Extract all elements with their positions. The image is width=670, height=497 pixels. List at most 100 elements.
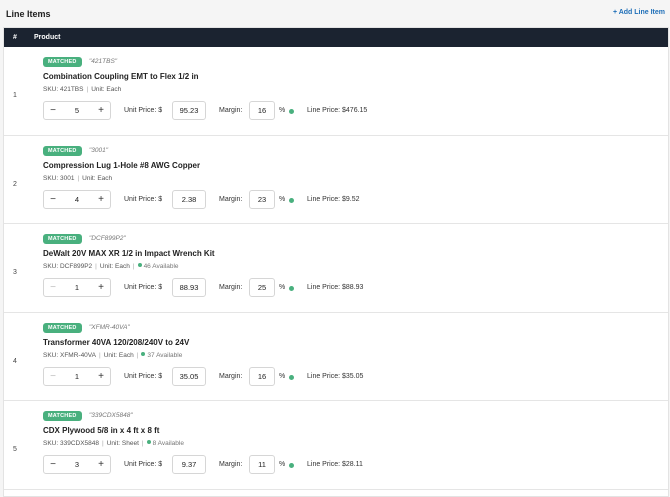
availability-dot-icon — [141, 351, 146, 356]
product-name: Transformer 40VA 120/208/240V to 24V — [43, 337, 190, 347]
percent-sign: % — [279, 372, 286, 380]
unit-prefix: Unit: — [103, 351, 118, 359]
availability-text: 46 Available — [143, 263, 179, 270]
decrement-button[interactable]: − — [44, 456, 62, 473]
line-price: Line Price: $35.05 — [307, 372, 364, 380]
status-badge: MATCHED — [43, 411, 82, 421]
product-meta: SKU: 421TBS | Unit: Each — [43, 86, 121, 93]
quantity-stepper: − 1 + — [43, 278, 111, 297]
table-row: 4 MATCHED "XFMR-40VA" Transformer 40VA 1… — [4, 313, 668, 401]
unit-value: Each — [106, 86, 122, 93]
margin-status-dot-icon — [289, 286, 294, 291]
status-badge: MATCHED — [43, 145, 82, 156]
meta-separator: | — [98, 351, 101, 359]
search-code: "339CDX5848" — [89, 412, 133, 419]
margin-label: Margin: — [219, 372, 243, 380]
increment-button[interactable]: + — [92, 191, 110, 208]
quantity-value[interactable]: 1 — [62, 372, 92, 381]
line-items-list: 1 MATCHED "421TBS" Combination Coupling … — [4, 47, 668, 490]
increment-button[interactable]: + — [92, 368, 110, 385]
margin-input[interactable]: 16 — [249, 366, 275, 386]
margin-label: Margin: — [219, 195, 243, 203]
line-price: Line Price: $9.52 — [307, 195, 360, 203]
line-price: Line Price: $88.93 — [307, 284, 364, 291]
table-row: 2 MATCHED "3001" Compression Lug 1-Hole … — [4, 136, 668, 224]
line-price: Line Price: $476.15 — [307, 107, 368, 114]
quantity-value[interactable]: 1 — [62, 283, 92, 292]
quantity-stepper: − 3 + — [43, 455, 111, 474]
row-number: 3 — [13, 269, 17, 276]
unit-value: Each — [97, 174, 113, 182]
margin-input[interactable]: 16 — [249, 101, 275, 120]
margin-label: Margin: — [219, 284, 243, 291]
status-badge: MATCHED — [43, 322, 82, 333]
product-name: Combination Coupling EMT to Flex 1/2 in — [43, 72, 199, 81]
meta-separator: | — [132, 263, 135, 270]
product-meta: SKU: 3001 | Unit: Each — [43, 175, 112, 182]
sku-value: 421TBS — [59, 86, 84, 93]
sku-prefix: SKU: — [43, 174, 59, 182]
margin-input[interactable]: 23 — [249, 189, 275, 209]
availability-dot-icon — [146, 440, 151, 444]
row-number: 5 — [13, 446, 17, 453]
margin-label: Margin: — [219, 461, 243, 468]
sku-prefix: SKU: — [43, 351, 59, 359]
unit-price-input[interactable]: 35.05 — [172, 366, 206, 386]
decrement-button[interactable]: − — [44, 279, 62, 296]
unit-prefix: Unit: — [82, 174, 96, 182]
sku-value: 3001 — [59, 174, 75, 182]
decrement-button[interactable]: − — [44, 368, 62, 385]
meta-separator: | — [141, 440, 144, 447]
unit-price-input[interactable]: 88.93 — [172, 278, 206, 297]
product-name: DeWalt 20V MAX XR 1/2 in Impact Wrench K… — [43, 249, 215, 258]
margin-status-dot-icon — [289, 374, 294, 380]
line-items-table: # Product 1 MATCHED "421TBS" Combination… — [3, 27, 669, 497]
unit-price-label: Unit Price: $ — [124, 195, 163, 203]
meta-separator: | — [102, 440, 104, 447]
unit-prefix: Unit: — [99, 263, 114, 270]
row-number: 1 — [13, 92, 17, 99]
quantity-value[interactable]: 3 — [62, 460, 92, 469]
increment-button[interactable]: + — [92, 456, 110, 473]
quantity-value[interactable]: 5 — [62, 106, 92, 115]
percent-sign: % — [279, 461, 286, 468]
unit-prefix: Unit: — [106, 440, 121, 447]
table-row: 3 MATCHED "DCF899P2" DeWalt 20V MAX XR 1… — [4, 224, 668, 313]
product-name: Compression Lug 1-Hole #8 AWG Copper — [43, 160, 201, 170]
sku-prefix: SKU: — [43, 440, 59, 447]
table-row: 5 MATCHED "339CDX5848" CDX Plywood 5/8 i… — [4, 401, 668, 490]
meta-separator: | — [86, 86, 89, 93]
unit-price-input[interactable]: 95.23 — [172, 101, 206, 120]
increment-button[interactable]: + — [92, 279, 110, 296]
unit-price-label: Unit Price: $ — [124, 107, 163, 114]
product-meta: SKU: 339CDX5848 | Unit: Sheet | 8 Available — [43, 440, 184, 447]
decrement-button[interactable]: − — [44, 102, 62, 119]
percent-sign: % — [279, 195, 286, 203]
margin-input[interactable]: 11 — [249, 455, 275, 474]
add-line-item-button[interactable]: + Add Line Item — [613, 9, 665, 16]
quantity-stepper: − 5 + — [43, 101, 111, 120]
section-title: Line Items — [6, 9, 51, 19]
unit-value: Each — [118, 351, 134, 359]
margin-label: Margin: — [219, 107, 243, 114]
row-number: 2 — [13, 180, 17, 188]
sku-prefix: SKU: — [43, 86, 59, 93]
sku-value: DCF899P2 — [59, 263, 93, 270]
unit-price-label: Unit Price: $ — [124, 461, 163, 468]
unit-value: Each — [115, 263, 130, 270]
availability-text: 8 Available — [152, 440, 184, 447]
unit-price-input[interactable]: 9.37 — [172, 455, 206, 474]
sku-value: 339CDX5848 — [59, 440, 100, 447]
search-code: "DCF899P2" — [89, 235, 126, 242]
margin-input[interactable]: 25 — [249, 278, 275, 297]
unit-price-label: Unit Price: $ — [124, 284, 163, 291]
search-code: "XFMR-40VA" — [89, 323, 130, 331]
increment-button[interactable]: + — [92, 102, 110, 119]
meta-separator: | — [95, 263, 97, 270]
quantity-value[interactable]: 4 — [62, 195, 92, 204]
decrement-button[interactable]: − — [44, 191, 62, 208]
line-price: Line Price: $28.11 — [307, 461, 363, 468]
unit-price-input[interactable]: 2.38 — [172, 189, 206, 209]
percent-sign: % — [279, 107, 286, 114]
margin-status-dot-icon — [289, 109, 294, 114]
